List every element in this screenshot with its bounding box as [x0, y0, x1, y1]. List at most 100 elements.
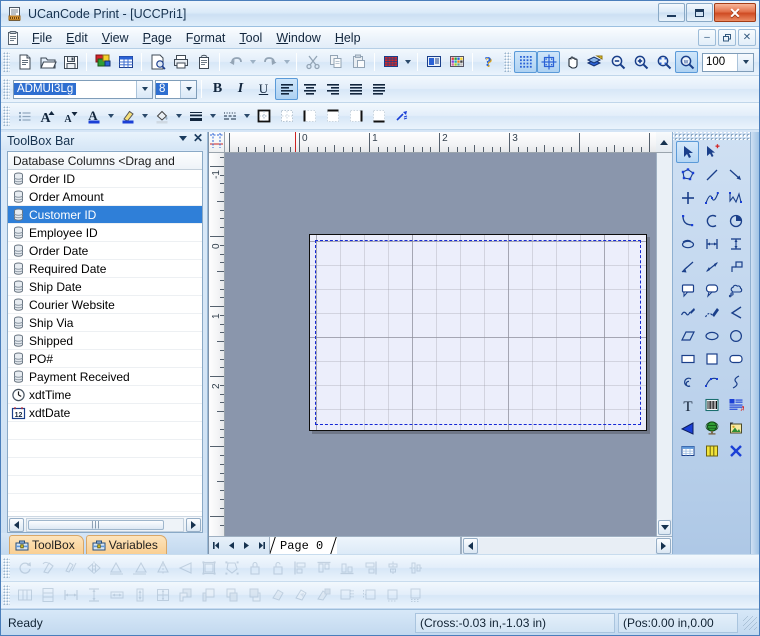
list-item[interactable]: Ship Via	[8, 314, 202, 332]
circle-icon[interactable]	[724, 325, 747, 347]
undo-icon[interactable]	[224, 51, 247, 73]
flip-horizontal-icon[interactable]	[174, 557, 197, 579]
grid-color-dropdown-arrow[interactable]	[402, 51, 413, 73]
lock-icon[interactable]	[243, 557, 266, 579]
line-style-icon[interactable]	[218, 105, 241, 127]
grid-table-icon[interactable]	[676, 440, 699, 462]
bold-button[interactable]: B	[206, 78, 229, 100]
group-icon[interactable]	[197, 557, 220, 579]
snap-to-grid-icon[interactable]	[537, 51, 560, 73]
shape-union-icon[interactable]	[266, 584, 289, 606]
paste-icon[interactable]	[347, 51, 370, 73]
cross-icon[interactable]	[676, 187, 699, 209]
delete-icon[interactable]	[724, 440, 747, 462]
callout-right-icon[interactable]	[700, 279, 723, 301]
dock-tab-toolbox[interactable]: ToolBox	[9, 535, 84, 554]
font-name-dropdown-arrow[interactable]	[136, 80, 152, 98]
canvas-vertical-scrollbar[interactable]	[656, 153, 672, 536]
align-center-button[interactable]	[298, 78, 321, 100]
font-name-combo[interactable]: ADMUI3Lg	[13, 79, 153, 99]
menu-item-page[interactable]: Page	[136, 29, 179, 47]
arc-icon[interactable]	[676, 210, 699, 232]
cloud-icon[interactable]	[724, 279, 747, 301]
mdi-minimize-button[interactable]: –	[698, 29, 716, 46]
page-tab-0[interactable]: Page 0	[270, 537, 338, 554]
maximize-button[interactable]	[686, 3, 713, 22]
page-next-button[interactable]	[239, 537, 254, 554]
table-icon[interactable]	[114, 51, 137, 73]
list-item[interactable]: 12 xdtDate	[8, 404, 202, 422]
properties-icon[interactable]	[422, 51, 445, 73]
canvas-scroll-up-button[interactable]	[656, 132, 672, 153]
menu-item-format[interactable]: Format	[179, 29, 233, 47]
arrange-toolbar2-grip[interactable]	[3, 585, 10, 605]
close-button[interactable]: ✕	[714, 3, 756, 22]
dimension-v-icon[interactable]	[724, 233, 747, 255]
font-size-value[interactable]: 8	[156, 83, 169, 95]
list-item[interactable]: xdtTime	[8, 386, 202, 404]
vscroll-track-top[interactable]	[657, 153, 672, 519]
rotate-icon[interactable]	[13, 557, 36, 579]
scroll-thumb[interactable]: |||	[28, 519, 164, 530]
format-toolbar-grip[interactable]	[3, 79, 10, 99]
zoom-dropdown-arrow[interactable]	[737, 53, 753, 71]
fit-page-icon[interactable]	[358, 584, 381, 606]
size-both-icon[interactable]	[151, 584, 174, 606]
menu-item-view[interactable]: View	[95, 29, 136, 47]
document-icon[interactable]	[5, 30, 21, 46]
polyline-icon[interactable]	[724, 187, 747, 209]
scroll-left-button[interactable]	[9, 517, 24, 532]
page-last-button[interactable]	[254, 537, 269, 554]
barcode-icon[interactable]	[700, 394, 723, 416]
vscroll-down-button[interactable]	[658, 520, 671, 535]
rectangle-icon[interactable]	[676, 348, 699, 370]
align-left-obj-icon[interactable]	[105, 557, 128, 579]
toolbar-grip[interactable]	[3, 52, 10, 72]
view-toolbar-grip[interactable]	[504, 52, 511, 72]
bring-to-front-icon[interactable]	[174, 584, 197, 606]
list-item[interactable]: Order Date	[8, 242, 202, 260]
menu-item-window[interactable]: Window	[269, 29, 327, 47]
grid-color-icon[interactable]	[379, 51, 402, 73]
flip-vertical-icon[interactable]	[151, 557, 174, 579]
bullets-icon[interactable]	[13, 105, 36, 127]
curve-node-icon[interactable]	[700, 187, 723, 209]
line-icon[interactable]	[700, 164, 723, 186]
grow-font-icon[interactable]: A	[36, 105, 59, 127]
double-arrow-icon[interactable]	[700, 256, 723, 278]
size-height-icon[interactable]	[128, 584, 151, 606]
list-item[interactable]: Ship Date	[8, 278, 202, 296]
align-justify-button[interactable]	[344, 78, 367, 100]
rounded-rect-icon[interactable]	[724, 348, 747, 370]
align-right-button[interactable]	[321, 78, 344, 100]
same-width-icon[interactable]	[59, 584, 82, 606]
list-body[interactable]: Order ID Order Amount Customer ID Employee …	[8, 170, 202, 516]
zoom-out-icon[interactable]	[606, 51, 629, 73]
scroll-right-button[interactable]	[186, 517, 201, 532]
vertical-ruler[interactable]: -1 0 1 2	[209, 153, 225, 536]
shape-subtract-icon[interactable]	[289, 584, 312, 606]
menu-item-file[interactable]: File	[25, 29, 59, 47]
menu-item-help[interactable]: Help	[328, 29, 368, 47]
send-to-back-icon[interactable]	[197, 584, 220, 606]
list-item[interactable]: Courier Website	[8, 296, 202, 314]
space-horizontal-icon[interactable]	[13, 584, 36, 606]
undo-dropdown-arrow[interactable]	[247, 51, 258, 73]
open-icon[interactable]	[36, 51, 59, 73]
zoom-value[interactable]: 100	[703, 56, 728, 68]
pie-icon[interactable]	[724, 210, 747, 232]
layers-icon[interactable]	[583, 51, 606, 73]
pointer-select-icon[interactable]	[676, 141, 699, 163]
redo-icon[interactable]	[258, 51, 281, 73]
square-icon[interactable]	[700, 348, 723, 370]
help-icon[interactable]: ? ?	[477, 51, 500, 73]
angle-icon[interactable]	[724, 302, 747, 324]
mirror-icon[interactable]	[82, 557, 105, 579]
line-weight-icon[interactable]	[184, 105, 207, 127]
border-top-icon[interactable]	[321, 105, 344, 127]
send-backward-icon[interactable]	[243, 584, 266, 606]
align-right-edge-icon[interactable]	[358, 557, 381, 579]
leader-arrow-icon[interactable]	[676, 256, 699, 278]
line-style-dropdown-arrow[interactable]	[241, 105, 252, 127]
align-right-obj-icon[interactable]	[128, 557, 151, 579]
